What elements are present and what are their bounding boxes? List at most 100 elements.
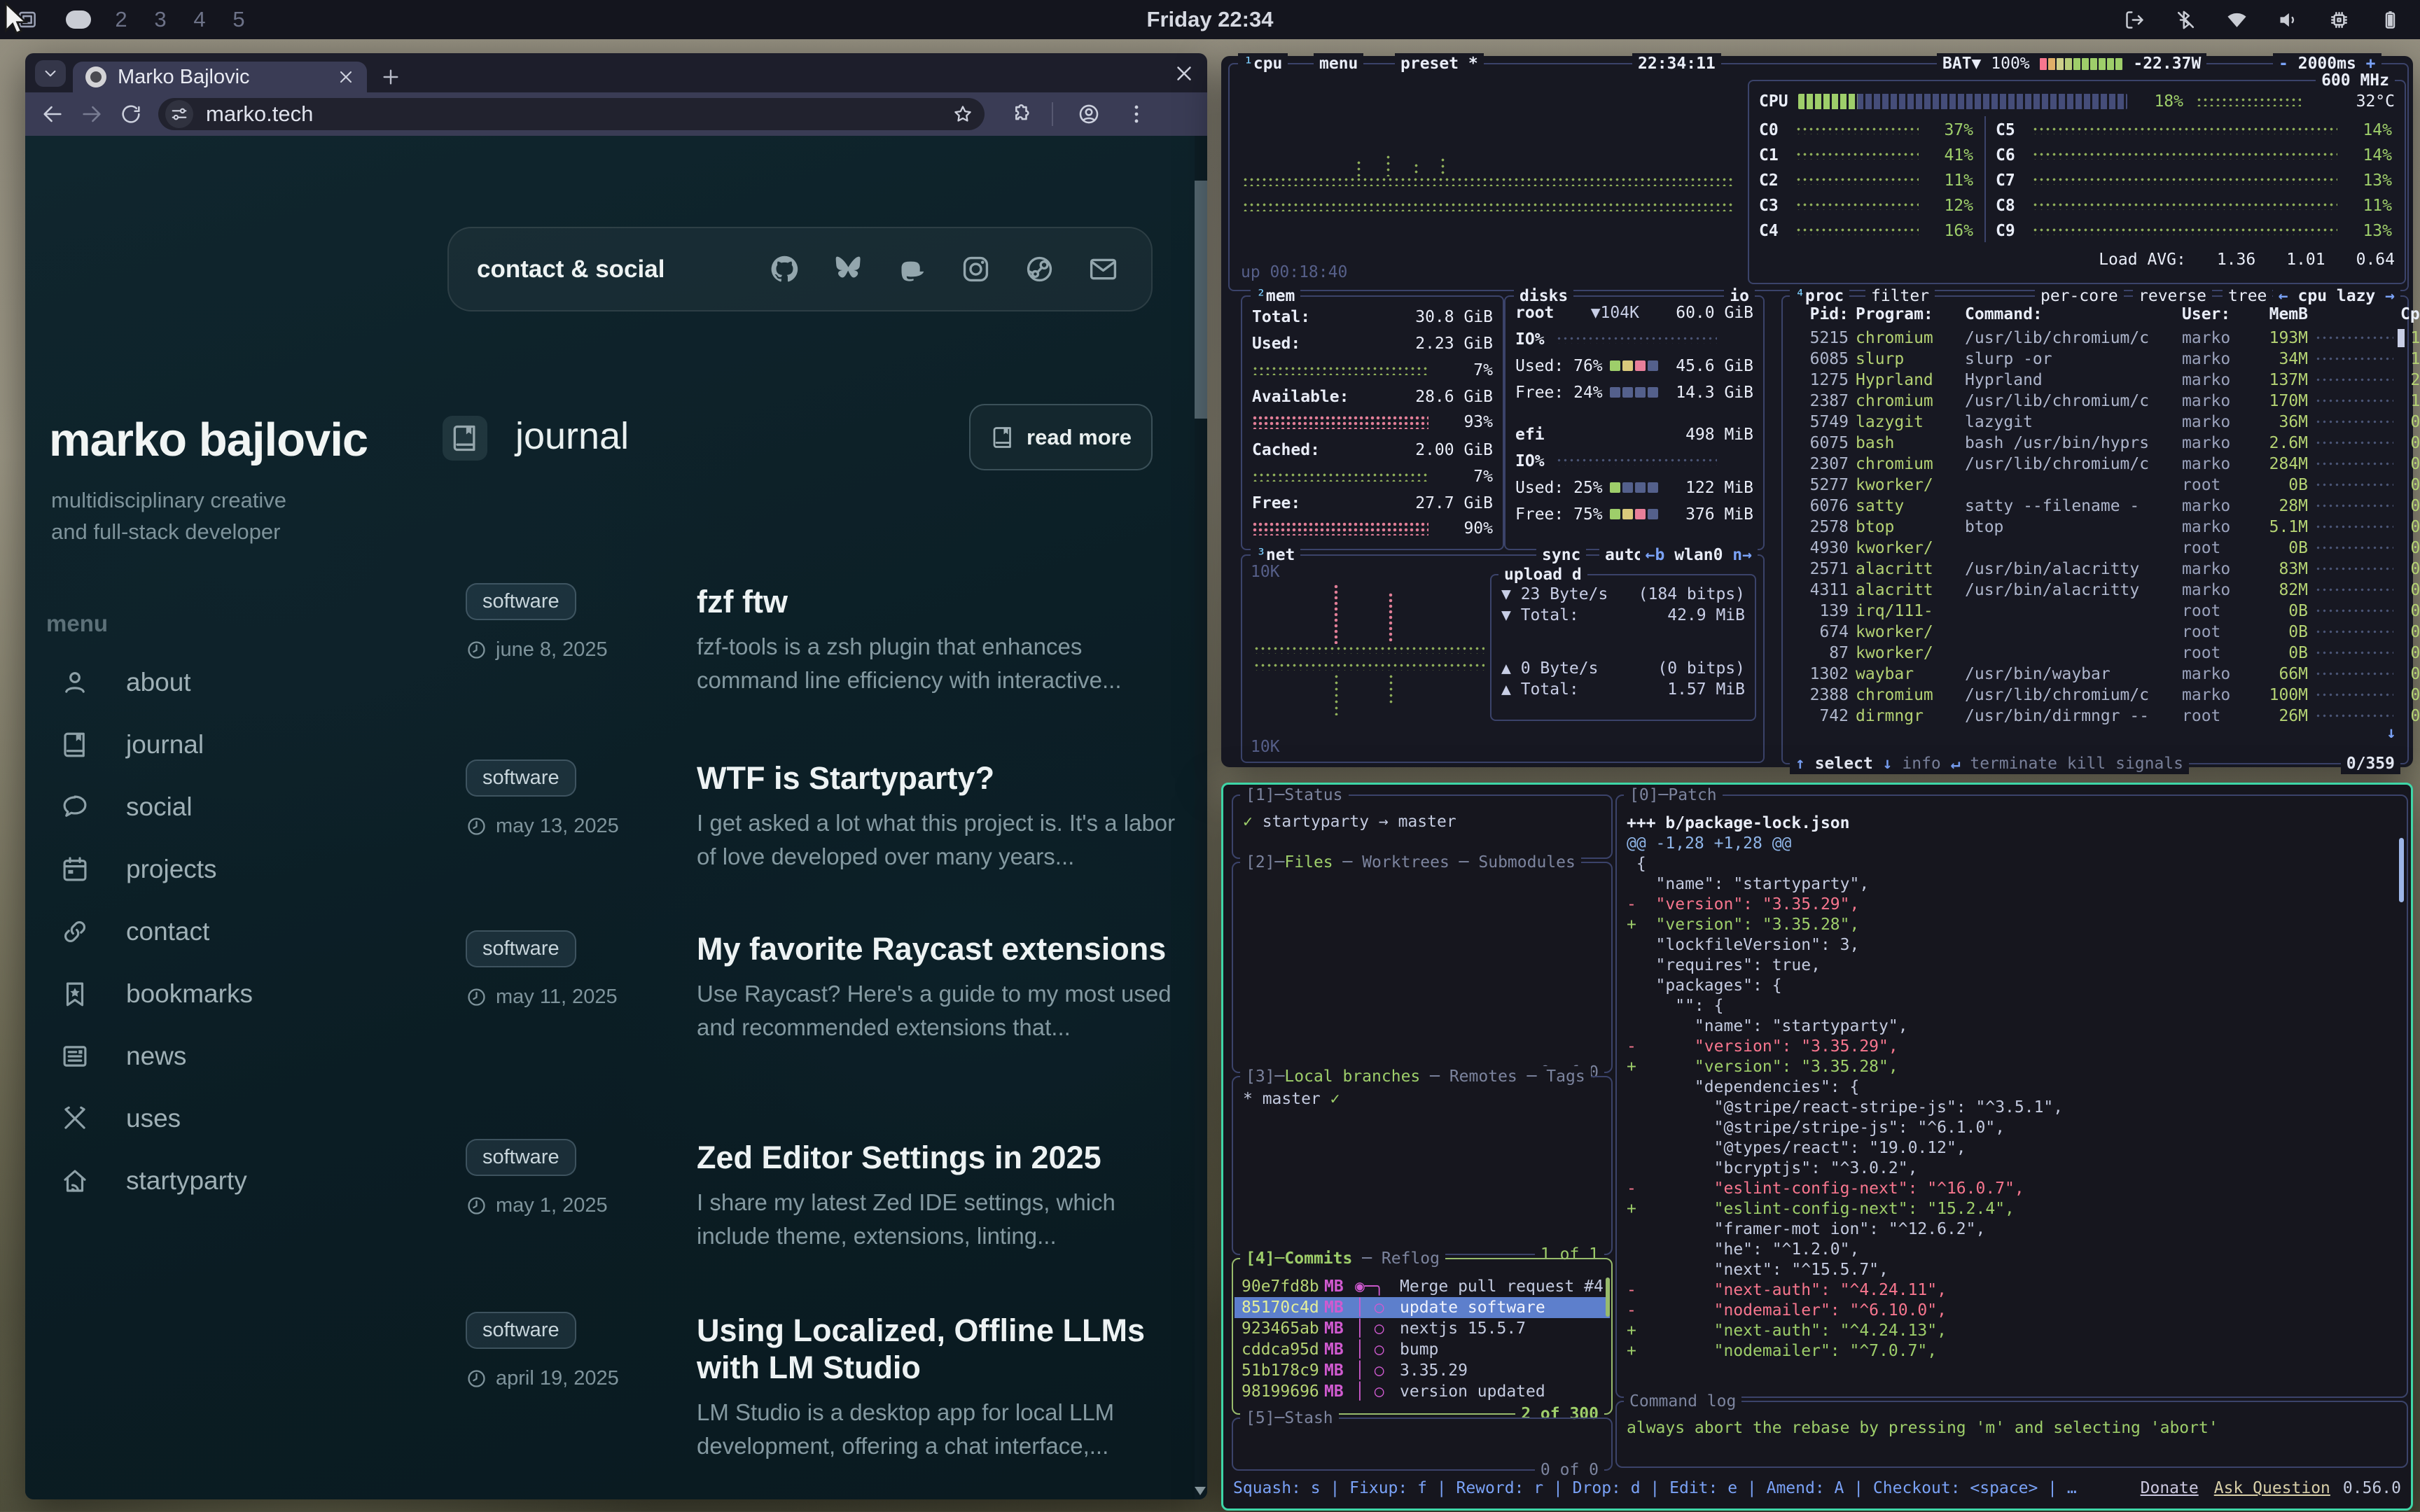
process-row[interactable]: 674kworker/root0B0.1 xyxy=(1793,622,2398,643)
net-interface[interactable]: ←b wlan0 n→ xyxy=(1640,545,1758,566)
workspace-2[interactable]: 2 xyxy=(112,7,130,32)
reload-button[interactable] xyxy=(119,102,143,126)
site-title: marko bajlovic xyxy=(49,413,368,467)
workspace-1-active[interactable] xyxy=(66,10,91,29)
net-sync-toggle[interactable]: sync xyxy=(1536,545,1586,566)
github-link[interactable] xyxy=(769,253,800,285)
process-pid: 674 xyxy=(1793,622,1849,643)
process-row[interactable]: 2307chromium/usr/lib/chromium/cmarko284M… xyxy=(1793,454,2398,475)
process-row[interactable]: 2571alacritt/usr/bin/alacrittymarko83M0.… xyxy=(1793,559,2398,580)
lazygit-patch-panel[interactable]: [0]─Patch +++ b/package-lock.json@@ -1,2… xyxy=(1615,794,2408,1398)
process-row[interactable]: 139irq/111-root0B0.1 xyxy=(1793,601,2398,622)
new-tab-button[interactable] xyxy=(380,66,402,88)
post-title[interactable]: fzf ftw xyxy=(697,583,1180,620)
url-bar[interactable]: marko.tech xyxy=(158,98,985,130)
post-title[interactable]: My favorite Raycast extensions xyxy=(697,930,1180,967)
proc-scrollbar-thumb[interactable] xyxy=(2398,329,2405,347)
bluesky-link[interactable] xyxy=(833,253,864,285)
commit-row[interactable]: 923465abMB│ ○nextjs 15.5.7 xyxy=(1235,1318,1610,1339)
ask-question-link[interactable]: Ask Question xyxy=(2214,1478,2330,1499)
process-row[interactable]: 2387chromium/usr/lib/chromium/cmarko170M… xyxy=(1793,391,2398,412)
browser-menu-icon[interactable] xyxy=(1125,102,1148,126)
post-title[interactable]: Zed Editor Settings in 2025 xyxy=(697,1139,1180,1176)
browser-tab[interactable]: Marko Bajlovic xyxy=(73,62,367,92)
process-row[interactable]: 2388chromium/usr/lib/chromium/cmarko100M… xyxy=(1793,685,2398,706)
lazygit-stash-panel[interactable]: [5]─Stash 0 of 0 xyxy=(1232,1418,1613,1471)
bluetooth-off-tray-button[interactable] xyxy=(2174,8,2197,31)
commit-row[interactable]: 85170c4dMB│ ○update software xyxy=(1235,1297,1610,1318)
btop-menu-button[interactable]: menu xyxy=(1314,53,1363,74)
process-row[interactable]: 1302waybar/usr/bin/waybarmarko66M0.0 xyxy=(1793,664,2398,685)
mastodon-link[interactable] xyxy=(896,253,928,285)
process-row[interactable]: 4930kworker/root0B0.1 xyxy=(1793,538,2398,559)
sidebar-item-journal[interactable]: journal xyxy=(46,713,253,776)
branch-row[interactable]: * master xyxy=(1243,1088,1321,1110)
process-row[interactable]: 5277kworker/root0B0.1 xyxy=(1793,475,2398,496)
commits-scrollbar-thumb[interactable] xyxy=(1606,1278,1610,1317)
lazygit-status-panel[interactable]: [1]─Status ✓ startyparty → master xyxy=(1232,794,1613,859)
lazygit-branches-panel[interactable]: [3]─Local branches ─ Remotes ─ Tags * ma… xyxy=(1232,1076,1613,1255)
process-row[interactable]: 4311alacritt/usr/bin/alacrittymarko82M0.… xyxy=(1793,580,2398,601)
battery-tray-button[interactable] xyxy=(2379,8,2402,31)
donate-link[interactable]: Donate xyxy=(2141,1478,2199,1499)
process-row[interactable]: 1275HyprlandHyprlandmarko137M2.4 xyxy=(1793,370,2398,391)
page-scrollbar[interactable] xyxy=(1195,136,1207,1499)
profile-avatar[interactable] xyxy=(1077,102,1101,126)
commit-row[interactable]: 98199696MB│ ○version updated xyxy=(1235,1381,1610,1402)
window-close-icon[interactable] xyxy=(1172,62,1196,85)
journal-post[interactable]: softwarejune 8, 2025fzf ftwfzf-tools is … xyxy=(466,583,1180,697)
process-row[interactable]: 6075bashbash /usr/bin/hyprsmarko2.6M0.3 xyxy=(1793,433,2398,454)
chip-tray-button[interactable] xyxy=(2328,8,2351,31)
back-button[interactable] xyxy=(41,102,64,126)
sidebar-item-about[interactable]: about xyxy=(46,651,253,713)
url-text[interactable]: marko.tech xyxy=(206,102,313,127)
process-row[interactable]: 2578btopbtopmarko5.1M0.1 xyxy=(1793,517,2398,538)
process-row[interactable]: 6076sattysatty --filename -marko28M0.0 xyxy=(1793,496,2398,517)
tab-close-icon[interactable] xyxy=(336,67,356,87)
logout-tray-button[interactable] xyxy=(2123,8,2146,31)
process-row[interactable]: 5215chromium/usr/lib/chromium/cmarko193M… xyxy=(1793,328,2398,349)
sidebar-item-contact[interactable]: contact xyxy=(46,900,253,962)
workspace-5[interactable]: 5 xyxy=(230,7,248,32)
extensions-icon[interactable] xyxy=(1008,102,1032,126)
journal-post[interactable]: softwaremay 11, 2025My favorite Raycast … xyxy=(466,930,1180,1044)
commit-row[interactable]: cddca95dMB│ ○bump xyxy=(1235,1339,1610,1360)
journal-post[interactable]: softwaremay 1, 2025Zed Editor Settings i… xyxy=(466,1139,1180,1253)
site-settings-icon[interactable] xyxy=(165,100,193,128)
sidebar-item-projects[interactable]: projects xyxy=(46,838,253,900)
tab-search-button[interactable] xyxy=(35,60,66,87)
scroll-down-arrow[interactable] xyxy=(1195,1487,1206,1495)
patch-scrollbar-thumb[interactable] xyxy=(2399,838,2404,902)
mail-link[interactable] xyxy=(1087,253,1119,285)
volume-tray-button[interactable] xyxy=(2276,8,2300,31)
wifi-tray-button[interactable] xyxy=(2225,8,2248,31)
forward-button[interactable] xyxy=(80,102,104,126)
lazygit-commits-panel[interactable]: [4]─Commits ─ Reflog 90e7fd8bMB◉─╮Merge … xyxy=(1232,1258,1613,1415)
commit-row[interactable]: 51b178c9MB│ ○3.35.29 xyxy=(1235,1360,1610,1381)
journal-post[interactable]: softwaremay 13, 2025WTF is Startyparty?I… xyxy=(466,760,1180,874)
process-row[interactable]: 87kworker/root0B0.0 xyxy=(1793,643,2398,664)
journal-post[interactable]: softwareapril 19, 2025Using Localized, O… xyxy=(466,1312,1180,1463)
sidebar-item-uses[interactable]: uses xyxy=(46,1087,253,1149)
btop-mem-tab[interactable]: ²mem xyxy=(1251,286,1300,307)
post-title[interactable]: Using Localized, Offline LLMs with LM St… xyxy=(697,1312,1180,1386)
btop-cpu-tab[interactable]: ¹cpu xyxy=(1238,53,1288,74)
sidebar-item-bookmarks[interactable]: bookmarks xyxy=(46,962,253,1025)
commit-row[interactable]: 90e7fd8bMB◉─╮Merge pull request #4 xyxy=(1235,1276,1610,1297)
process-row[interactable]: 6085slurpslurp -ormarko34M1.0 xyxy=(1793,349,2398,370)
workspace-4[interactable]: 4 xyxy=(190,7,209,32)
btop-preset-button[interactable]: preset * xyxy=(1395,53,1484,74)
sidebar-item-news[interactable]: news xyxy=(46,1025,253,1087)
sidebar-item-startyparty[interactable]: startyparty xyxy=(46,1149,253,1212)
bookmark-star-icon[interactable] xyxy=(952,104,973,125)
steam-link[interactable] xyxy=(1024,253,1055,285)
process-row[interactable]: 742dirmngr/usr/bin/dirmngr --root26M0.0 xyxy=(1793,706,2398,727)
sidebar-item-social[interactable]: social xyxy=(46,776,253,838)
read-more-button[interactable]: read more xyxy=(969,404,1153,470)
instagram-link[interactable] xyxy=(960,253,992,285)
scrollbar-thumb[interactable] xyxy=(1195,181,1207,419)
process-row[interactable]: 5749lazygitlazygitmarko36M0.0 xyxy=(1793,412,2398,433)
workspace-3[interactable]: 3 xyxy=(151,7,169,32)
lazygit-files-panel[interactable]: [2]─Files ─ Worktrees ─ Submodules 0 of … xyxy=(1232,862,1613,1073)
post-title[interactable]: WTF is Startyparty? xyxy=(697,760,1180,797)
